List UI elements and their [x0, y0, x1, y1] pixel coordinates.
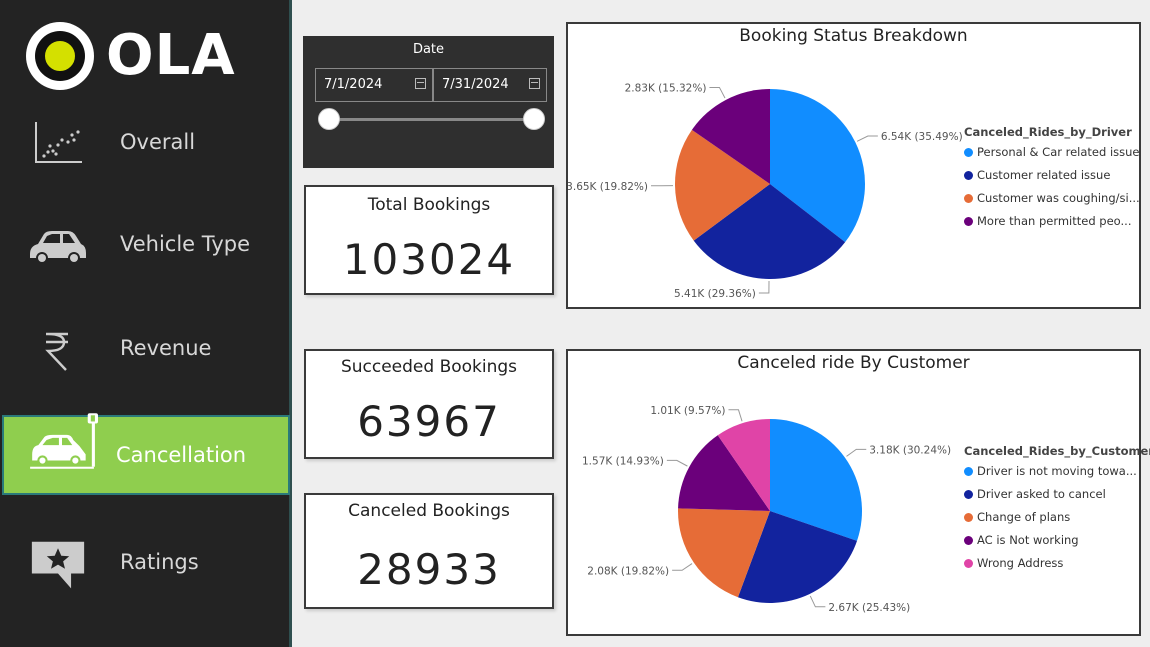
legend-item[interactable]: Customer related issue	[964, 168, 1140, 191]
date-range-slider-track[interactable]	[327, 118, 537, 121]
leader-line	[728, 409, 743, 422]
legend-item[interactable]: Change of plans	[964, 510, 1150, 533]
booking-status-chart: Booking Status Breakdown 6.54K (35.49%) 5…	[566, 22, 1141, 309]
legend-item[interactable]: Wrong Address	[964, 556, 1150, 579]
canceled-by-customer-chart: Canceled ride By Customer 3.18K (30.24%)…	[566, 349, 1150, 636]
dashboard: OLA Overall Vehicle Type Revenue Cancell…	[0, 0, 1150, 647]
canceled-bookings-title: Canceled Bookings	[348, 501, 510, 521]
logo-circle-icon	[26, 22, 94, 90]
data-label: 2.83K (15.32%)	[625, 82, 707, 94]
legend-item[interactable]: Driver asked to cancel	[964, 487, 1150, 510]
legend-dot-icon	[964, 171, 973, 180]
legend-label: Driver asked to cancel	[977, 487, 1106, 501]
data-label: 2.08K (19.82%)	[587, 565, 669, 577]
legend-item[interactable]: Customer was coughing/si...	[964, 191, 1140, 214]
total-bookings-value: 103024	[342, 235, 516, 284]
total-bookings-card: Total Bookings 103024	[304, 185, 554, 295]
sidebar: OLA Overall Vehicle Type Revenue Cancell…	[0, 0, 292, 647]
rupee-icon	[45, 332, 68, 371]
legend-label: Customer related issue	[977, 168, 1111, 182]
date-slicer: Date 7/1/2024 7/31/2024	[303, 36, 554, 168]
legend-dot-icon	[964, 217, 973, 226]
legend-item[interactable]: Driver is not moving towa...	[964, 464, 1150, 487]
logo-text: OLA	[106, 23, 236, 88]
sidebar-item-label: Overall	[120, 130, 196, 154]
sidebar-item-revenue[interactable]: Revenue	[0, 310, 292, 390]
end-date-input[interactable]: 7/31/2024	[433, 68, 547, 102]
leader-line	[666, 459, 688, 467]
date-slicer-title: Date	[412, 42, 445, 57]
car-crash-icon	[30, 413, 98, 469]
succeeded-bookings-value: 63967	[357, 397, 501, 446]
leader-line	[846, 448, 867, 457]
sidebar-item-label: Revenue	[120, 336, 212, 360]
sidebar-item-vehicle-type[interactable]: Vehicle Type	[0, 206, 292, 286]
data-label: 5.41K (29.36%)	[674, 288, 756, 300]
legend-item[interactable]: Personal & Car related issue	[964, 145, 1140, 168]
legend-title: Canceled_Rides_by_Customer	[964, 444, 1150, 458]
leader-line	[856, 135, 878, 142]
chart-legend: Canceled_Rides_by_Driver Personal & Car …	[964, 125, 1140, 237]
leader-line	[672, 563, 693, 571]
legend-dot-icon	[964, 490, 973, 499]
data-label: 2.67K (25.43%)	[828, 602, 910, 614]
calendar-icon[interactable]	[529, 78, 540, 89]
start-date-value: 7/1/2024	[324, 77, 383, 92]
leader-line	[809, 595, 826, 608]
sidebar-item-ratings[interactable]: Ratings	[0, 524, 292, 604]
legend-label: Customer was coughing/si...	[977, 191, 1140, 205]
calendar-icon[interactable]	[415, 78, 426, 89]
legend-title: Canceled_Rides_by_Driver	[964, 125, 1132, 139]
canceled-bookings-card: Canceled Bookings 28933	[304, 493, 554, 609]
sidebar-item-label: Vehicle Type	[120, 232, 251, 256]
legend-item[interactable]: More than permitted peo...	[964, 214, 1140, 237]
data-label: 6.54K (35.49%)	[881, 131, 963, 143]
start-date-input[interactable]: 7/1/2024	[315, 68, 433, 102]
total-bookings-title: Total Bookings	[367, 195, 491, 215]
star-comment-icon	[31, 541, 85, 589]
sidebar-item-cancellation[interactable]: Cancellation	[2, 413, 290, 495]
ola-logo: OLA	[26, 22, 236, 92]
legend-dot-icon	[964, 194, 973, 203]
data-label: 1.57K (14.93%)	[582, 455, 664, 467]
sidebar-item-label: Ratings	[120, 550, 199, 574]
legend-label: Wrong Address	[977, 556, 1064, 570]
scatter-chart-icon	[35, 122, 82, 163]
legend-label: More than permitted peo...	[977, 214, 1132, 228]
legend-dot-icon	[964, 148, 973, 157]
end-date-value: 7/31/2024	[442, 77, 509, 92]
succeeded-bookings-title: Succeeded Bookings	[340, 357, 518, 377]
legend-label: Driver is not moving towa...	[977, 464, 1137, 478]
legend-dot-icon	[964, 536, 973, 545]
canceled-bookings-value: 28933	[357, 545, 501, 594]
car-icon	[30, 231, 86, 264]
legend-dot-icon	[964, 467, 973, 476]
legend-dot-icon	[964, 559, 973, 568]
date-range-start-handle[interactable]	[318, 108, 340, 130]
leader-line	[758, 280, 770, 294]
date-range-end-handle[interactable]	[523, 108, 545, 130]
leader-line	[709, 86, 726, 99]
legend-item[interactable]: AC is Not working	[964, 533, 1150, 556]
legend-label: Personal & Car related issue	[977, 145, 1140, 159]
data-label: 3.65K (19.82%)	[568, 181, 648, 193]
chart-legend: Canceled_Rides_by_Customer Driver is not…	[964, 444, 1150, 579]
data-label: 1.01K (9.57%)	[650, 405, 725, 417]
sidebar-item-overall[interactable]: Overall	[0, 104, 292, 184]
legend-label: Change of plans	[977, 510, 1071, 524]
succeeded-bookings-card: Succeeded Bookings 63967	[304, 349, 554, 459]
legend-label: AC is Not working	[977, 533, 1079, 547]
sidebar-item-label: Cancellation	[116, 443, 247, 467]
data-label: 3.18K (30.24%)	[869, 444, 951, 456]
legend-dot-icon	[964, 513, 973, 522]
